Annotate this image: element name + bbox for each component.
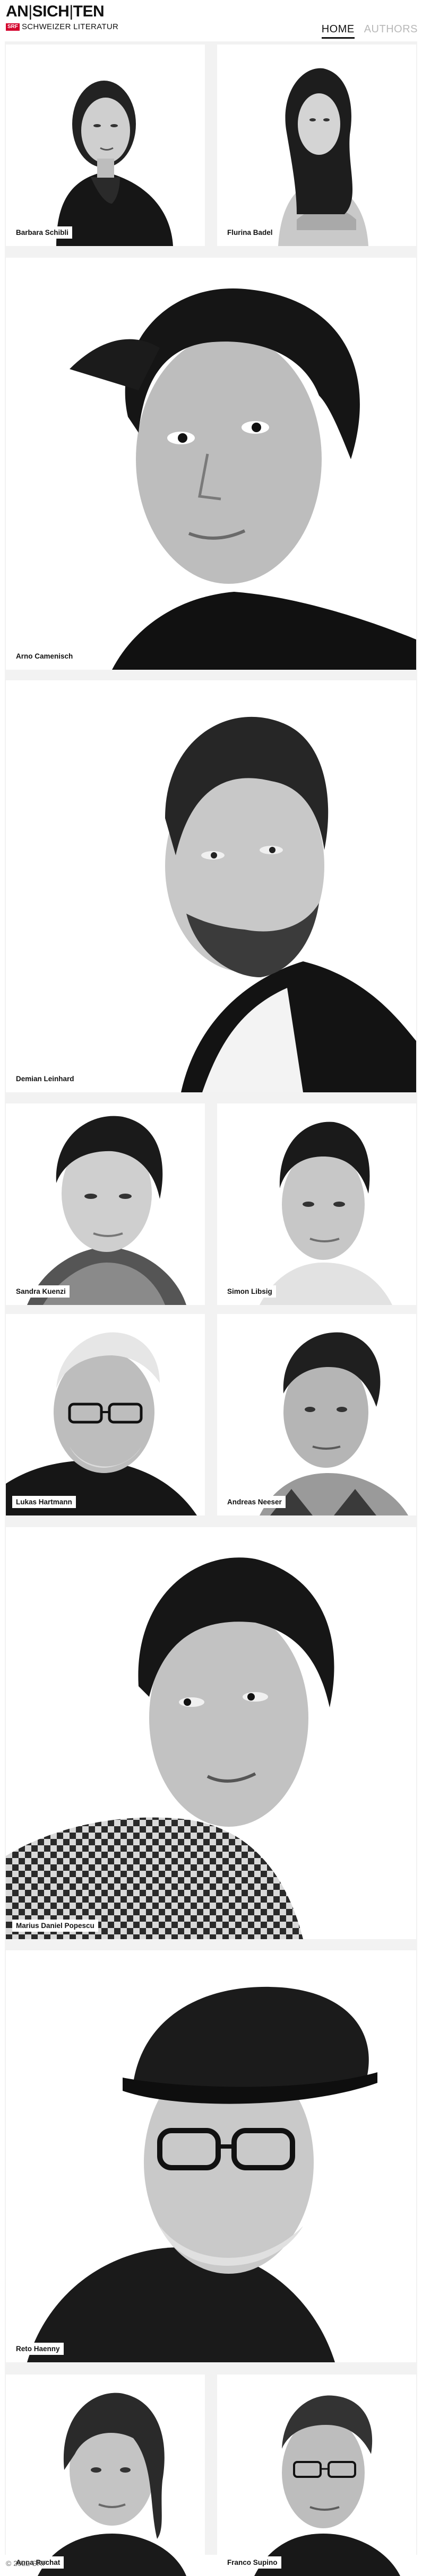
- author-card[interactable]: Sandra Kuenzi: [6, 1103, 205, 1305]
- author-name: Lukas Hartmann: [12, 1496, 76, 1508]
- author-portrait: [6, 45, 205, 246]
- author-card[interactable]: Marius Daniel Popescu: [6, 1527, 416, 1939]
- author-name: Andreas Neeser: [223, 1496, 286, 1508]
- author-card[interactable]: Demian Leinhard: [6, 680, 416, 1092]
- author-portrait: [217, 1103, 416, 1305]
- srf-badge: SRF: [6, 23, 20, 31]
- author-name: Flurina Badel: [223, 226, 277, 239]
- site-header: AN|SICH|TEN SRF SCHWEIZER LITERATUR HOME…: [0, 0, 422, 41]
- author-portrait: [6, 1527, 416, 1939]
- author-portrait: [217, 45, 416, 246]
- author-portrait: [217, 2375, 416, 2576]
- author-name: Barbara Schibli: [12, 226, 73, 239]
- logo-subtitle: SCHWEIZER LITERATUR: [22, 22, 119, 31]
- author-gallery: Barbara Schibli Flurina Badel Arno Camen…: [5, 41, 417, 2576]
- author-portrait: [6, 680, 416, 1092]
- author-portrait: [217, 1314, 416, 1515]
- author-name: Sandra Kuenzi: [12, 1285, 70, 1298]
- author-portrait: [6, 2375, 205, 2576]
- author-card[interactable]: Lukas Hartmann: [6, 1314, 205, 1515]
- author-name: Demian Leinhard: [12, 1073, 78, 1085]
- copyright-text: © 2022 SRF: [6, 2559, 47, 2568]
- author-card[interactable]: Flurina Badel: [217, 45, 416, 246]
- nav-authors[interactable]: AUTHORS: [364, 23, 418, 39]
- author-card[interactable]: Arno Camenisch: [6, 258, 416, 670]
- site-logo[interactable]: AN|SICH|TEN SRF SCHWEIZER LITERATUR: [6, 4, 118, 31]
- author-card[interactable]: Simon Libsig: [217, 1103, 416, 1305]
- author-card[interactable]: Andreas Neeser: [217, 1314, 416, 1515]
- author-name: Arno Camenisch: [12, 650, 77, 662]
- author-card[interactable]: Franco Supino: [217, 2375, 416, 2576]
- main-nav: HOME AUTHORS: [321, 23, 418, 39]
- site-footer: © 2022 SRF: [6, 2559, 47, 2568]
- author-name: Simon Libsig: [223, 1285, 276, 1298]
- author-portrait: [6, 1103, 205, 1305]
- author-card[interactable]: Anna Ruchat: [6, 2375, 205, 2576]
- author-name: Franco Supino: [223, 2556, 281, 2569]
- author-portrait: [6, 1314, 205, 1515]
- author-portrait: [6, 258, 416, 670]
- logo-title: AN|SICH|TEN: [6, 3, 105, 20]
- author-name: Marius Daniel Popescu: [12, 1920, 98, 1932]
- author-name: Reto Haenny: [12, 2343, 64, 2355]
- author-portrait: [6, 1950, 416, 2362]
- author-card[interactable]: Reto Haenny: [6, 1950, 416, 2362]
- nav-home[interactable]: HOME: [321, 23, 355, 39]
- author-card[interactable]: Barbara Schibli: [6, 45, 205, 246]
